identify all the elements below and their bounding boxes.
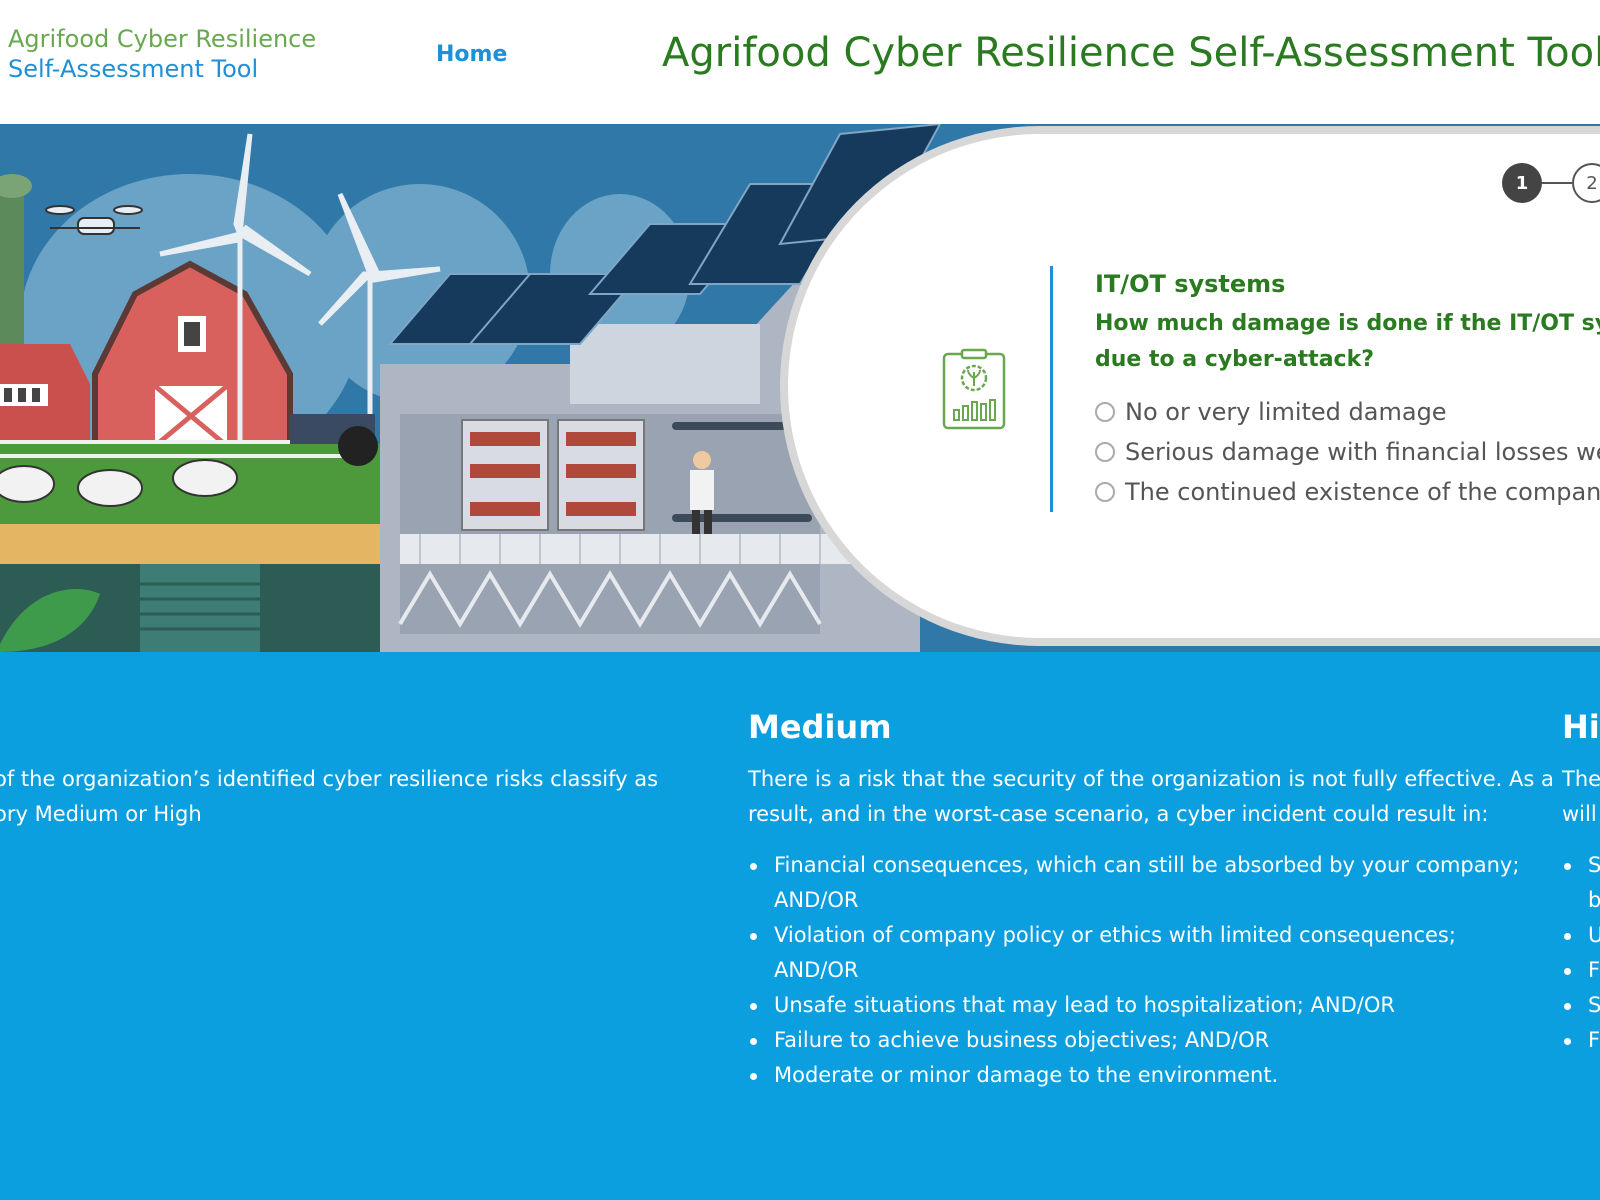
question-text: How much damage is done if the IT/OT sys… bbox=[1095, 306, 1600, 378]
desc-line-2: will bbox=[1562, 802, 1597, 826]
risk-levels-section: of the organization’s identified cyber r… bbox=[0, 652, 1600, 1200]
list-item-line: Moderate or minor damage to the environm… bbox=[774, 1063, 1279, 1087]
list-item-line: F bbox=[1588, 1028, 1600, 1052]
question-divider bbox=[1050, 266, 1053, 512]
list-item: U bbox=[1562, 918, 1600, 953]
risk-level-title: Medium bbox=[748, 708, 892, 746]
list-item-line: AND/OR bbox=[774, 888, 859, 912]
desc-line-1: of the organization’s identified cyber r… bbox=[0, 767, 659, 791]
list-item-line: Violation of company policy or ethics wi… bbox=[774, 923, 1456, 947]
radio-button[interactable] bbox=[1095, 402, 1115, 422]
answer-option-label: No or very limited damage bbox=[1125, 398, 1447, 426]
risk-level-description: of the organization’s identified cyber r… bbox=[0, 762, 658, 832]
list-item: Violation of company policy or ethics wi… bbox=[748, 918, 1519, 988]
list-item: Financial consequences, which can still … bbox=[748, 848, 1519, 918]
list-item-line: U bbox=[1588, 923, 1600, 947]
answer-options: No or very limited damage Serious damage… bbox=[1095, 392, 1600, 512]
list-item: Unsafe situations that may lead to hospi… bbox=[748, 988, 1519, 1023]
step-indicator: 1 2 bbox=[1502, 163, 1600, 203]
question-section-title: IT/OT systems bbox=[1095, 270, 1286, 298]
list-item-line: S bbox=[1588, 853, 1600, 877]
step-connector bbox=[1542, 182, 1572, 184]
list-item: Failure to achieve business objectives; … bbox=[748, 1023, 1519, 1058]
risk-level-description: There is a risk that the security of the… bbox=[748, 762, 1554, 832]
risk-level-description: The will bbox=[1562, 762, 1600, 832]
consequence-list: Sb U F S F bbox=[1562, 848, 1600, 1058]
nav-home-link[interactable]: Home bbox=[436, 42, 507, 67]
assessment-card bbox=[780, 126, 1600, 646]
list-item: Moderate or minor damage to the environm… bbox=[748, 1058, 1519, 1093]
desc-line-2: ory Medium or High bbox=[0, 802, 202, 826]
site-logo[interactable]: Agrifood Cyber Resilience Self-Assessmen… bbox=[8, 24, 316, 84]
desc-line-1: There is a risk that the security of the… bbox=[748, 767, 1554, 791]
logo-line-2: Self-Assessment Tool bbox=[8, 55, 259, 83]
radio-button[interactable] bbox=[1095, 482, 1115, 502]
list-item-line: Unsafe situations that may lead to hospi… bbox=[774, 993, 1395, 1017]
radio-button[interactable] bbox=[1095, 442, 1115, 462]
answer-option-1[interactable]: No or very limited damage bbox=[1095, 392, 1600, 432]
page-title: Agrifood Cyber Resilience Self-Assessmen… bbox=[662, 30, 1600, 76]
clipboard-plant-icon bbox=[942, 348, 1006, 430]
question-line-1: How much damage is done if the IT/OT sys… bbox=[1095, 311, 1600, 336]
site-header: Agrifood Cyber Resilience Self-Assessmen… bbox=[0, 0, 1600, 124]
step-2[interactable]: 2 bbox=[1572, 163, 1600, 203]
risk-level-title: Hig bbox=[1562, 708, 1600, 746]
answer-option-2[interactable]: Serious damage with financial losses we … bbox=[1095, 432, 1600, 472]
step-1[interactable]: 1 bbox=[1502, 163, 1542, 203]
answer-option-3[interactable]: The continued existence of the company bbox=[1095, 472, 1600, 512]
desc-line-2: result, and in the worst-case scenario, … bbox=[748, 802, 1489, 826]
desc-line-1: The bbox=[1562, 767, 1600, 791]
logo-line-1: Agrifood Cyber Resilience bbox=[8, 25, 317, 53]
answer-option-label: The continued existence of the company bbox=[1125, 478, 1600, 506]
list-item: F bbox=[1562, 1023, 1600, 1058]
list-item: F bbox=[1562, 953, 1600, 988]
list-item-line: AND/OR bbox=[774, 958, 859, 982]
list-item-line: Financial consequences, which can still … bbox=[774, 853, 1520, 877]
list-item: Sb bbox=[1562, 848, 1600, 918]
list-item: S bbox=[1562, 988, 1600, 1023]
list-item-line: S bbox=[1588, 993, 1600, 1017]
list-item-line: Failure to achieve business objectives; … bbox=[774, 1028, 1270, 1052]
question-line-2: due to a cyber-attack? bbox=[1095, 347, 1374, 372]
answer-option-label: Serious damage with financial losses we … bbox=[1125, 438, 1600, 466]
list-item-line: b bbox=[1588, 888, 1600, 912]
consequence-list: Financial consequences, which can still … bbox=[748, 848, 1519, 1093]
list-item-line: F bbox=[1588, 958, 1600, 982]
